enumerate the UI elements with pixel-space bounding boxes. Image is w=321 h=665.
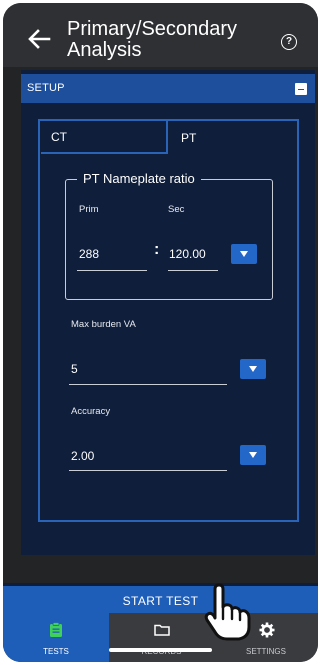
back-arrow-icon[interactable] [25,25,53,53]
max-burden-label: Max burden VA [71,319,136,330]
max-burden-underline [69,384,227,386]
app-header: Primary/Secondary Analysis ? [3,3,318,67]
phone-screen: Primary/Secondary Analysis ? SETUP CT PT… [3,3,318,662]
nav-tests[interactable]: TESTS [3,613,109,662]
gear-icon [259,622,275,638]
clipboard-icon [50,622,62,637]
nav-settings-label: SETTINGS [245,647,286,656]
folder-icon [154,624,170,636]
prim-label: Prim [79,204,99,215]
accuracy-input[interactable]: 2.00 [71,449,94,463]
tab-ct-label: CT [51,130,67,144]
prim-input[interactable]: 288 [79,247,99,261]
nav-tests-label: TESTS [43,647,69,656]
nameplate-legend: PT Nameplate ratio [77,171,201,186]
max-burden-input[interactable]: 5 [71,362,78,376]
bottom-nav: TESTS RECORDS SE [3,613,318,662]
page-title: Primary/Secondary Analysis [67,18,238,61]
home-indicator [109,648,212,652]
max-burden-dropdown-icon[interactable] [240,359,266,379]
sec-input[interactable]: 120.00 [169,247,206,261]
tab-pt[interactable]: PT [181,131,196,145]
ratio-separator: : [154,241,160,258]
sec-label: Sec [168,204,185,215]
accuracy-underline [69,470,227,472]
tap-hand-icon [204,583,251,641]
sec-dropdown-icon[interactable] [231,244,257,264]
start-test-button[interactable]: START TEST [3,586,318,613]
setup-label: SETUP [27,82,65,94]
setup-section: SETUP CT PT PT Nameplate ratio Prim Sec … [21,70,315,555]
sec-underline [168,270,218,272]
prim-underline [77,270,147,272]
setup-header[interactable]: SETUP [21,74,315,103]
tab-ct[interactable]: CT [41,121,168,154]
nameplate-ratio-group [65,179,273,300]
start-test-label: START TEST [122,594,199,608]
help-icon[interactable]: ? [281,34,297,50]
accuracy-dropdown-icon[interactable] [240,445,266,465]
collapse-icon[interactable] [295,83,307,95]
accuracy-label: Accuracy [71,406,111,417]
nav-records[interactable]: RECORDS [109,613,214,662]
